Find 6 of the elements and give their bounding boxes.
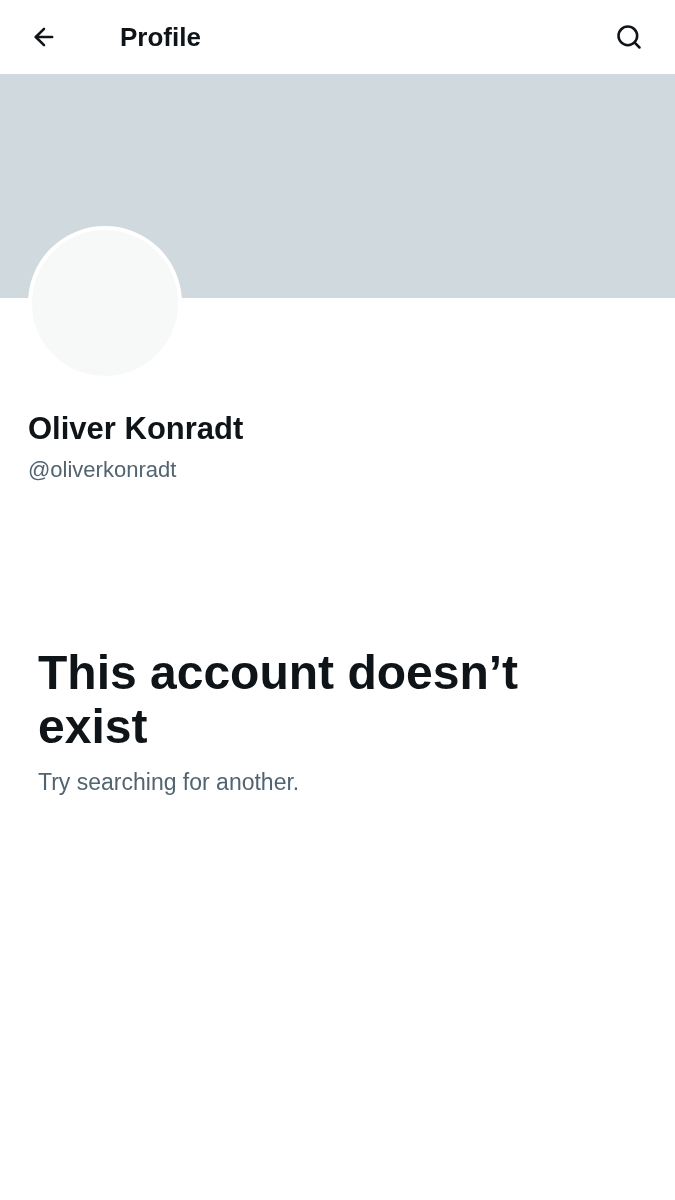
error-subtitle: Try searching for another. xyxy=(38,768,301,798)
error-heading: This account doesn’t exist xyxy=(38,645,520,754)
page-title: Profile xyxy=(120,20,201,54)
profile-handle: @oliverkonradt xyxy=(28,455,178,484)
profile-name: Oliver Konradt xyxy=(28,410,245,448)
search-icon xyxy=(615,23,643,51)
